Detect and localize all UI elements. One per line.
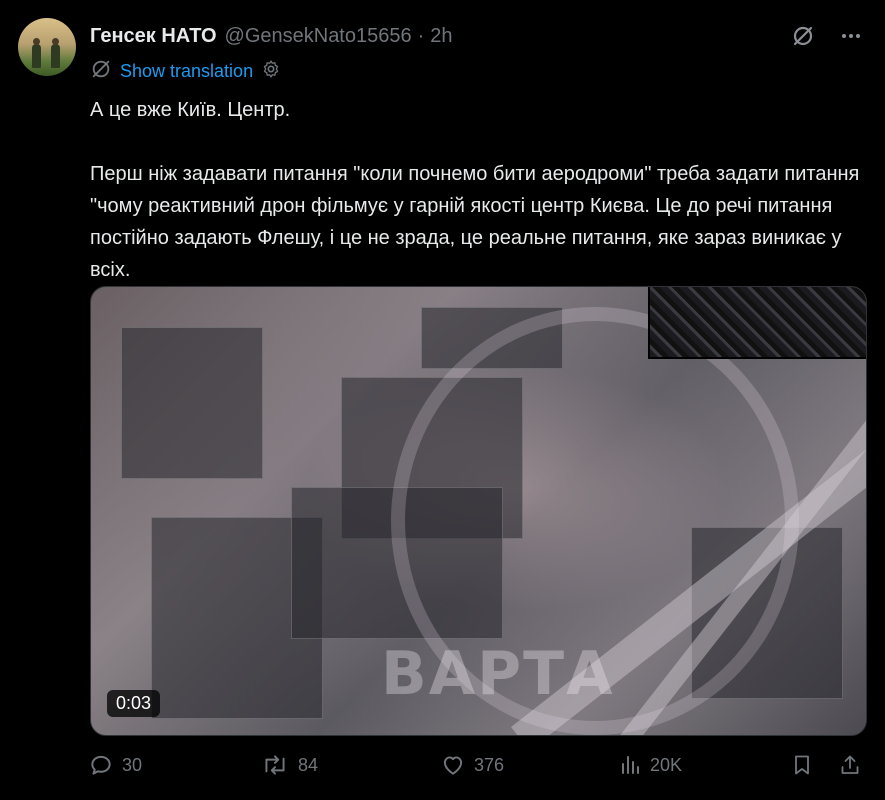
- avatar-figure-head: [52, 38, 59, 45]
- grok-icon[interactable]: [789, 22, 817, 50]
- author-name[interactable]: Генсек НАТО: [90, 25, 217, 48]
- video-building: [121, 327, 263, 479]
- show-translation-link[interactable]: Show translation: [90, 58, 281, 85]
- tweet-header: Генсек НАТО @GensekNato15656 · 2h: [90, 22, 865, 50]
- like-count: 376: [474, 754, 505, 775]
- bookmark-button[interactable]: [790, 752, 814, 778]
- separator-dot: ·: [417, 24, 425, 47]
- views-chart-icon: [618, 752, 642, 778]
- more-options-icon[interactable]: [837, 22, 865, 50]
- author-handle[interactable]: @GensekNato15656: [225, 25, 412, 48]
- author-avatar[interactable]: [18, 18, 76, 76]
- bookmark-icon: [790, 752, 814, 778]
- avatar-figure: [32, 44, 41, 68]
- avatar-figure-head: [33, 38, 40, 45]
- show-translation-label[interactable]: Show translation: [120, 61, 253, 82]
- heart-icon: [440, 752, 466, 778]
- reply-button[interactable]: 30: [88, 752, 142, 778]
- repost-icon: [260, 752, 290, 778]
- share-icon: [838, 752, 862, 778]
- video-duration: 0:03: [107, 690, 161, 717]
- avatar-figure: [51, 44, 60, 68]
- gear-icon[interactable]: [261, 59, 281, 84]
- tweet-text: А це вже Київ. Центр. Перш ніж задавати …: [90, 99, 860, 281]
- views-count: 20K: [650, 754, 683, 775]
- views-button[interactable]: 20K: [618, 752, 682, 778]
- video-inset-thumbnail: [648, 287, 866, 359]
- tweet-video[interactable]: ВАРТА 0:03: [90, 286, 867, 736]
- share-button[interactable]: [838, 752, 862, 778]
- like-button[interactable]: 376: [440, 752, 504, 778]
- translate-icon: [90, 58, 112, 85]
- action-bar: 30 84 376 20K: [88, 752, 868, 786]
- repost-count: 84: [298, 754, 319, 775]
- reply-count: 30: [122, 754, 143, 775]
- reply-icon: [88, 752, 114, 778]
- repost-button[interactable]: 84: [260, 752, 318, 778]
- watermark-text: ВАРТА: [381, 639, 615, 709]
- header-icons: [789, 22, 865, 50]
- tweet-time[interactable]: 2h: [430, 25, 452, 48]
